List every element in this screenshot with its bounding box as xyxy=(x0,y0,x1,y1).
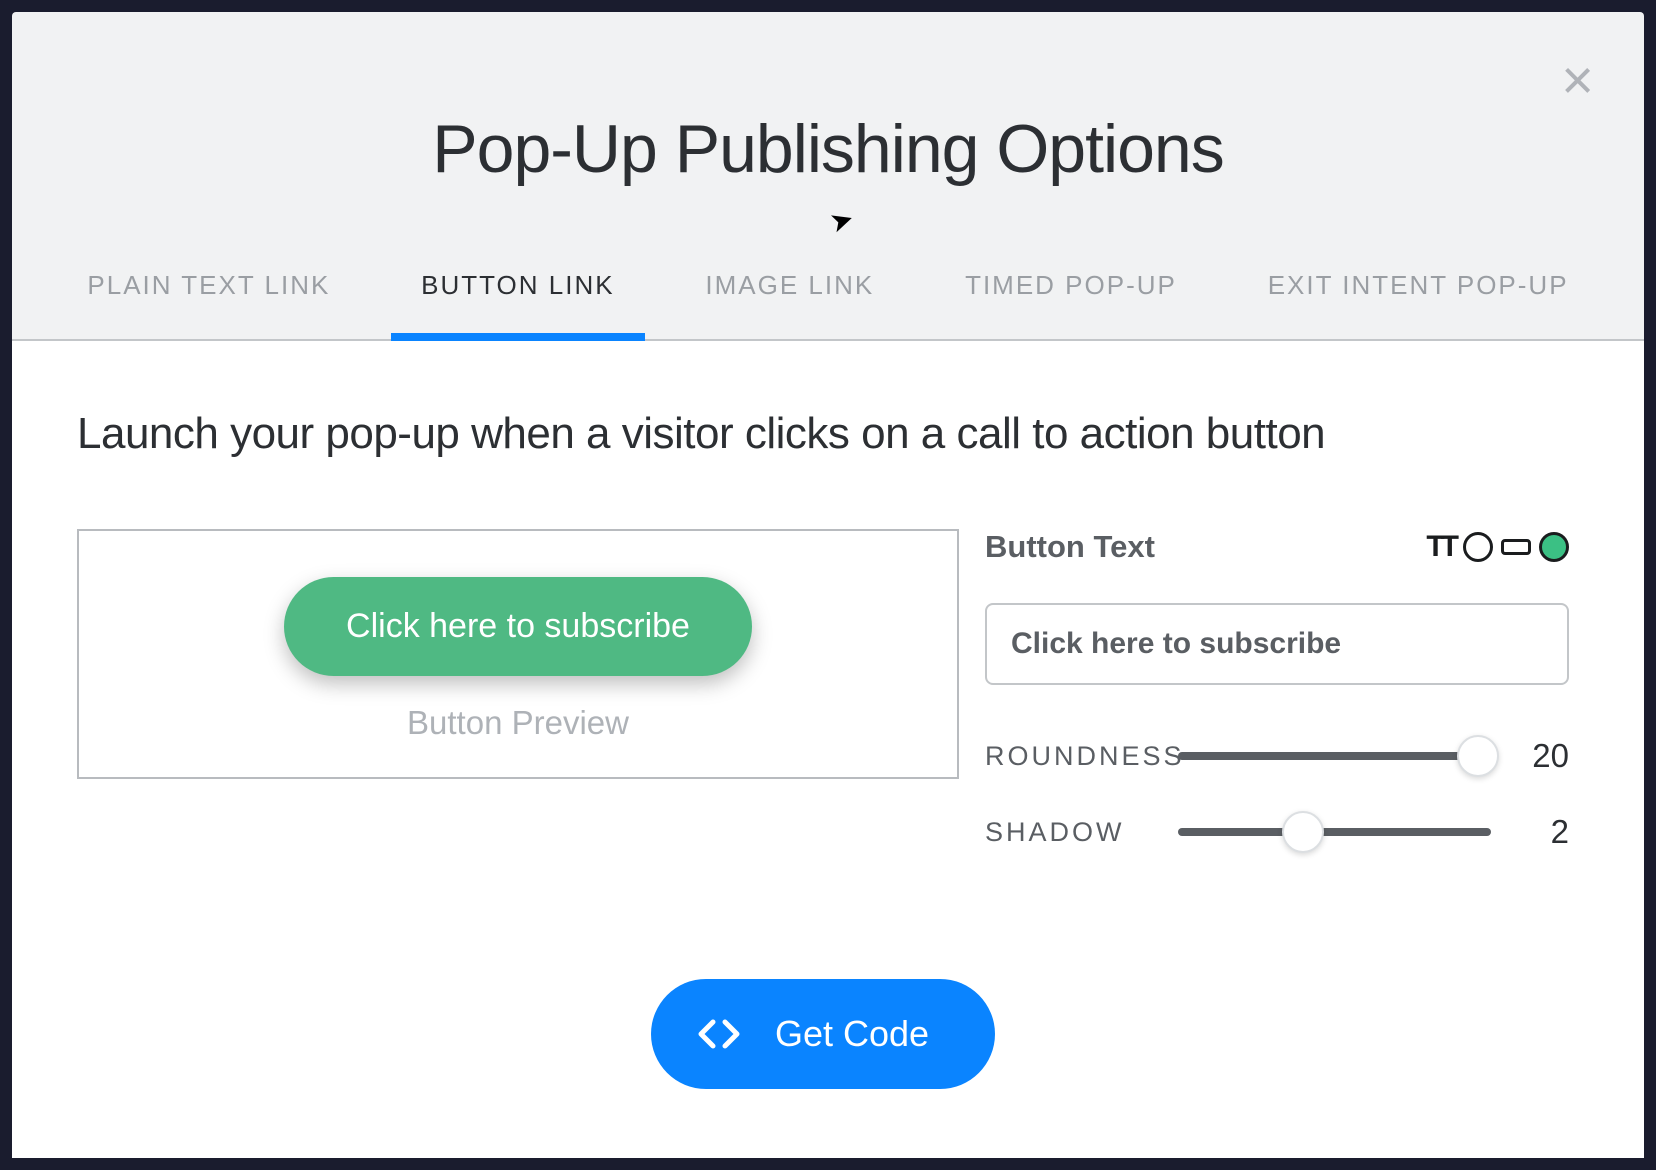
button-text-label-row: Button Text TT xyxy=(985,529,1569,565)
config-row: Click here to subscribe Button Preview B… xyxy=(77,529,1569,851)
button-text-label: Button Text xyxy=(985,529,1155,565)
tab-timed-popup[interactable]: TIMED POP-UP xyxy=(935,270,1207,339)
get-code-button[interactable]: Get Code xyxy=(651,979,995,1089)
roundness-slider-row: ROUNDNESS 20 xyxy=(985,737,1569,775)
shadow-slider[interactable] xyxy=(1178,828,1491,836)
tab-exit-intent-popup[interactable]: EXIT INTENT POP-UP xyxy=(1238,270,1599,339)
tab-plain-text-link[interactable]: PLAIN TEXT LINK xyxy=(57,270,360,339)
tab-button-link[interactable]: BUTTON LINK xyxy=(391,270,644,339)
roundness-slider-thumb[interactable] xyxy=(1457,735,1499,777)
tab-content: Launch your pop-up when a visitor clicks… xyxy=(12,341,1644,1158)
roundness-label: ROUNDNESS xyxy=(985,741,1150,772)
button-preview-panel: Click here to subscribe Button Preview xyxy=(77,529,959,779)
preview-label: Button Preview xyxy=(407,704,629,742)
shadow-value: 2 xyxy=(1519,813,1569,851)
fill-color-icon[interactable] xyxy=(1539,532,1569,562)
publishing-options-modal: × Pop-Up Publishing Options PLAIN TEXT L… xyxy=(12,12,1644,1158)
text-style-icon[interactable]: TT xyxy=(1426,530,1455,564)
button-controls: Button Text TT ROUNDNESS 20 xyxy=(985,529,1569,851)
button-text-input[interactable] xyxy=(985,603,1569,685)
shadow-slider-thumb[interactable] xyxy=(1282,811,1324,853)
tab-image-link[interactable]: IMAGE LINK xyxy=(675,270,904,339)
preview-button: Click here to subscribe xyxy=(284,577,752,676)
mouse-cursor: ➤ xyxy=(825,201,858,240)
outline-style-icon[interactable] xyxy=(1463,532,1493,562)
shadow-slider-row: SHADOW 2 xyxy=(985,813,1569,851)
close-icon[interactable]: × xyxy=(1561,52,1594,108)
tabs-nav: PLAIN TEXT LINK BUTTON LINK IMAGE LINK T… xyxy=(12,270,1644,341)
shadow-label: SHADOW xyxy=(985,817,1150,848)
rectangle-style-icon[interactable] xyxy=(1501,539,1531,555)
roundness-slider[interactable] xyxy=(1178,752,1491,760)
roundness-value: 20 xyxy=(1519,737,1569,775)
code-icon xyxy=(695,1018,743,1050)
get-code-label: Get Code xyxy=(775,1013,929,1055)
modal-title: Pop-Up Publishing Options xyxy=(12,110,1644,188)
style-toolbar: TT xyxy=(1426,530,1569,564)
tab-description: Launch your pop-up when a visitor clicks… xyxy=(77,409,1569,459)
